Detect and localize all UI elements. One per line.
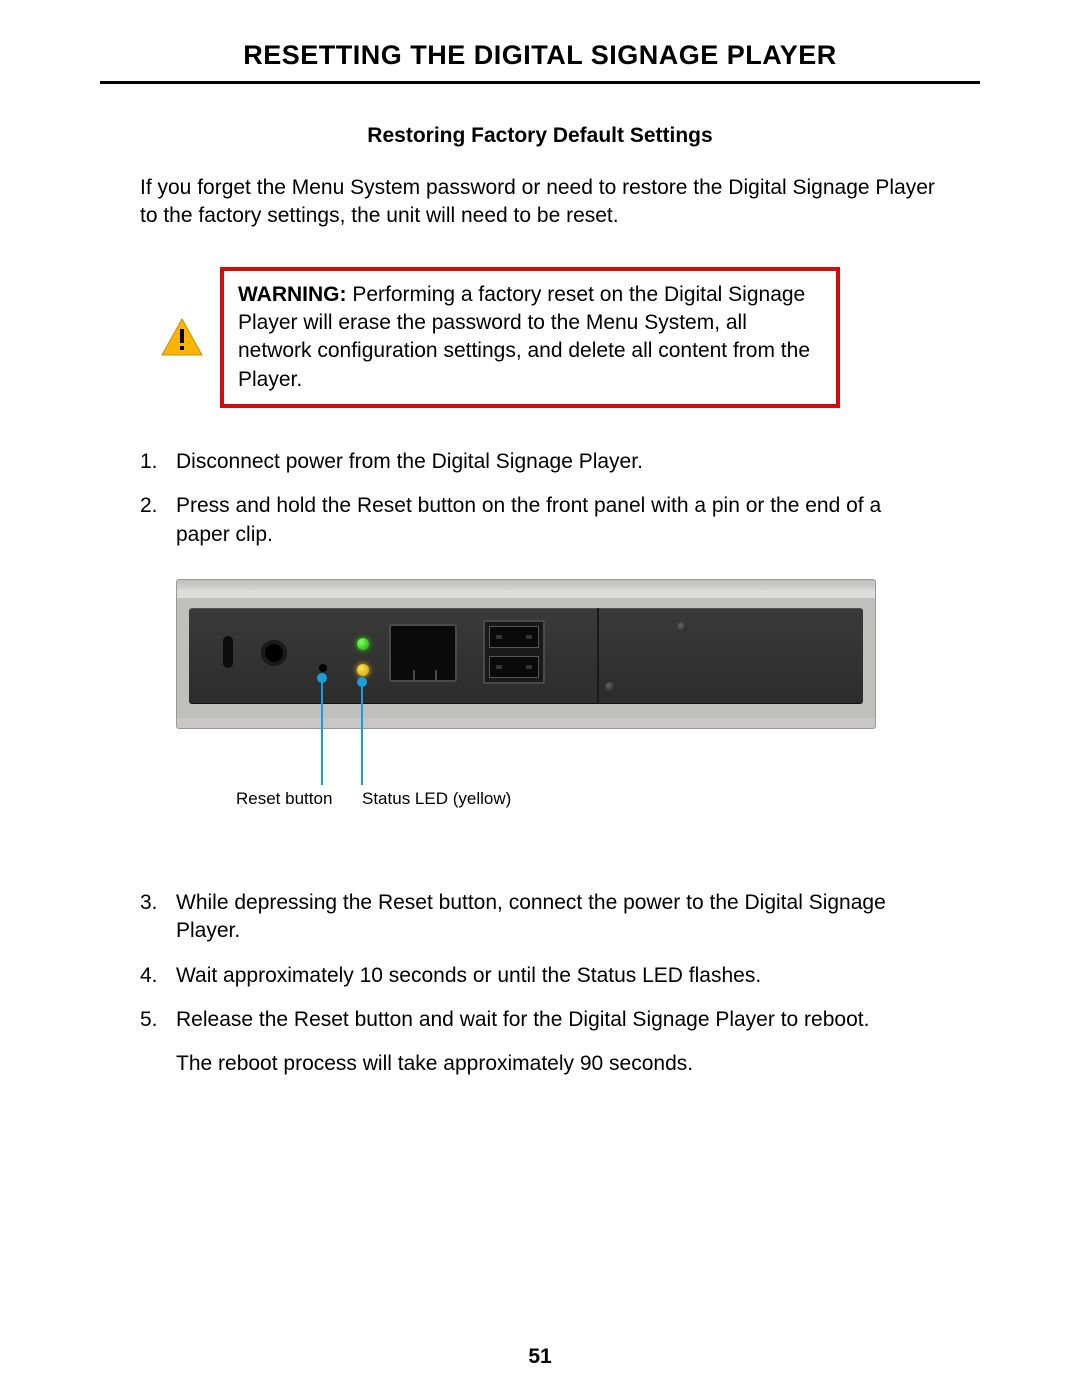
page-title: RESETTING THE DIGITAL SIGNAGE PLAYER: [100, 40, 980, 84]
step-item: 2. Press and hold the Reset button on th…: [140, 492, 940, 549]
step-text: While depressing the Reset button, conne…: [176, 889, 940, 946]
usb-ports-icon: [483, 620, 545, 684]
step-text: Wait approximately 10 seconds or until t…: [176, 962, 940, 990]
document-page: RESETTING THE DIGITAL SIGNAGE PLAYER Res…: [0, 0, 1080, 1079]
page-number: 51: [0, 1345, 1080, 1369]
step-item: 5. Release the Reset button and wait for…: [140, 1006, 940, 1034]
slot-icon: [223, 636, 233, 668]
step-text: Press and hold the Reset button on the f…: [176, 492, 940, 549]
steps-list-a: 1. Disconnect power from the Digital Sig…: [140, 448, 940, 549]
callout-status-label: Status LED (yellow): [362, 789, 511, 809]
device-illustration: [176, 579, 876, 729]
footer-paragraph: The reboot process will take approximate…: [176, 1050, 940, 1078]
step-number: 4.: [140, 962, 176, 990]
callout-line-icon: [361, 683, 363, 785]
callout-line-icon: [321, 679, 323, 785]
audio-jack-icon: [261, 640, 287, 666]
steps-list-b: 3. While depressing the Reset button, co…: [140, 889, 940, 1034]
step-text: Release the Reset button and wait for th…: [176, 1006, 940, 1034]
ethernet-port-icon: [389, 624, 457, 682]
step-number: 2.: [140, 492, 176, 549]
step-text: Disconnect power from the Digital Signag…: [176, 448, 940, 476]
step-item: 3. While depressing the Reset button, co…: [140, 889, 940, 946]
warning-label: WARNING:: [238, 283, 347, 306]
intro-paragraph: If you forget the Menu System password o…: [140, 174, 940, 231]
section-title: Restoring Factory Default Settings: [100, 124, 980, 148]
yellow-led-icon: [357, 664, 369, 676]
warning-box: WARNING: Performing a factory reset on t…: [220, 267, 840, 408]
warning-callout: WARNING: Performing a factory reset on t…: [160, 267, 940, 408]
step-item: 4. Wait approximately 10 seconds or unti…: [140, 962, 940, 990]
warning-icon: [160, 317, 204, 357]
step-number: 3.: [140, 889, 176, 946]
device-figure: Reset button Status LED (yellow): [176, 579, 940, 729]
step-number: 1.: [140, 448, 176, 476]
callout-reset-label: Reset button: [236, 789, 332, 809]
step-number: 5.: [140, 1006, 176, 1034]
step-item: 1. Disconnect power from the Digital Sig…: [140, 448, 940, 476]
green-led-icon: [357, 638, 369, 650]
